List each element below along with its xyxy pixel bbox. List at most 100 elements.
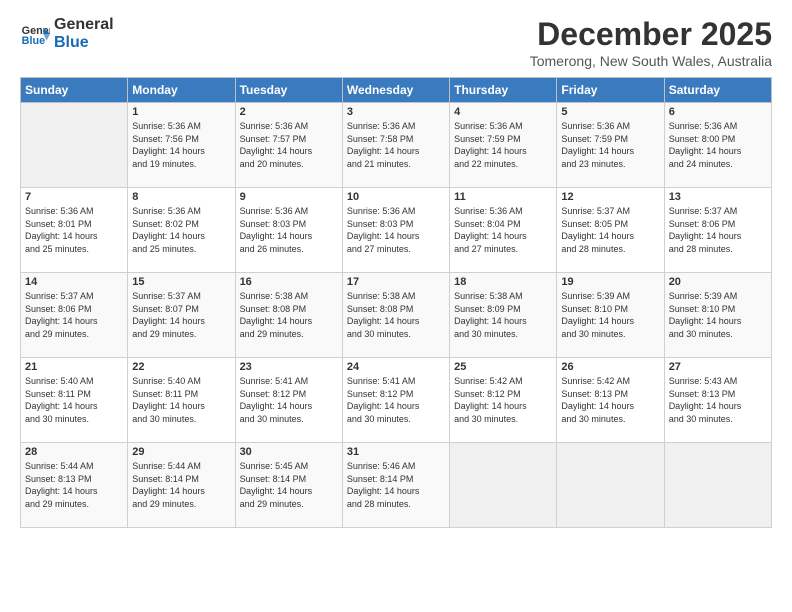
- day-detail: Sunrise: 5:41 AMSunset: 8:12 PMDaylight:…: [240, 375, 338, 425]
- title-block: December 2025 Tomerong, New South Wales,…: [530, 16, 772, 69]
- day-number: 27: [669, 361, 767, 373]
- header-monday: Monday: [128, 78, 235, 103]
- day-detail: Sunrise: 5:38 AMSunset: 8:09 PMDaylight:…: [454, 290, 552, 340]
- day-number: 29: [132, 446, 230, 458]
- logo-blue: Blue: [54, 34, 114, 52]
- day-cell: 8 Sunrise: 5:36 AMSunset: 8:02 PMDaylight…: [128, 188, 235, 273]
- logo-icon: General Blue: [20, 19, 50, 49]
- logo-general: General: [54, 16, 114, 34]
- day-number: 15: [132, 276, 230, 288]
- day-number: 8: [132, 191, 230, 203]
- day-number: 26: [561, 361, 659, 373]
- day-cell: 31 Sunrise: 5:46 AMSunset: 8:14 PMDayligh…: [342, 443, 449, 528]
- day-detail: Sunrise: 5:36 AMSunset: 8:01 PMDaylight:…: [25, 205, 123, 255]
- day-detail: Sunrise: 5:39 AMSunset: 8:10 PMDaylight:…: [669, 290, 767, 340]
- header-thursday: Thursday: [450, 78, 557, 103]
- day-detail: Sunrise: 5:36 AMSunset: 7:56 PMDaylight:…: [132, 120, 230, 170]
- day-number: 22: [132, 361, 230, 373]
- day-detail: Sunrise: 5:36 AMSunset: 8:00 PMDaylight:…: [669, 120, 767, 170]
- day-cell: 24 Sunrise: 5:41 AMSunset: 8:12 PMDayligh…: [342, 358, 449, 443]
- day-number: 17: [347, 276, 445, 288]
- day-detail: Sunrise: 5:40 AMSunset: 8:11 PMDaylight:…: [132, 375, 230, 425]
- day-cell: 2Sunrise: 5:36 AMSunset: 7:57 PMDaylight…: [235, 103, 342, 188]
- day-number: 7: [25, 191, 123, 203]
- header-sunday: Sunday: [21, 78, 128, 103]
- day-cell: [450, 443, 557, 528]
- day-detail: Sunrise: 5:38 AMSunset: 8:08 PMDaylight:…: [347, 290, 445, 340]
- day-detail: Sunrise: 5:44 AMSunset: 8:14 PMDaylight:…: [132, 460, 230, 510]
- day-number: 19: [561, 276, 659, 288]
- header-saturday: Saturday: [664, 78, 771, 103]
- day-detail: Sunrise: 5:44 AMSunset: 8:13 PMDaylight:…: [25, 460, 123, 510]
- day-cell: 10 Sunrise: 5:36 AMSunset: 8:03 PMDayligh…: [342, 188, 449, 273]
- day-number: 1: [132, 106, 230, 118]
- day-cell: 30 Sunrise: 5:45 AMSunset: 8:14 PMDayligh…: [235, 443, 342, 528]
- day-number: 3: [347, 106, 445, 118]
- header-wednesday: Wednesday: [342, 78, 449, 103]
- day-number: 12: [561, 191, 659, 203]
- day-number: 31: [347, 446, 445, 458]
- day-detail: Sunrise: 5:45 AMSunset: 8:14 PMDaylight:…: [240, 460, 338, 510]
- day-detail: Sunrise: 5:37 AMSunset: 8:07 PMDaylight:…: [132, 290, 230, 340]
- day-detail: Sunrise: 5:36 AMSunset: 8:02 PMDaylight:…: [132, 205, 230, 255]
- day-number: 16: [240, 276, 338, 288]
- day-number: 30: [240, 446, 338, 458]
- day-cell: 27 Sunrise: 5:43 AMSunset: 8:13 PMDayligh…: [664, 358, 771, 443]
- day-cell: 20 Sunrise: 5:39 AMSunset: 8:10 PMDayligh…: [664, 273, 771, 358]
- day-detail: Sunrise: 5:43 AMSunset: 8:13 PMDaylight:…: [669, 375, 767, 425]
- day-number: 14: [25, 276, 123, 288]
- day-cell: 11Sunrise: 5:36 AMSunset: 8:04 PMDayligh…: [450, 188, 557, 273]
- header-row: SundayMondayTuesdayWednesdayThursdayFrid…: [21, 78, 772, 103]
- day-number: 4: [454, 106, 552, 118]
- day-cell: 23 Sunrise: 5:41 AMSunset: 8:12 PMDayligh…: [235, 358, 342, 443]
- day-cell: 16Sunrise: 5:38 AMSunset: 8:08 PMDayligh…: [235, 273, 342, 358]
- day-detail: Sunrise: 5:40 AMSunset: 8:11 PMDaylight:…: [25, 375, 123, 425]
- header-tuesday: Tuesday: [235, 78, 342, 103]
- day-detail: Sunrise: 5:36 AMSunset: 7:58 PMDaylight:…: [347, 120, 445, 170]
- day-cell: [557, 443, 664, 528]
- month-title: December 2025: [530, 16, 772, 53]
- day-cell: 21 Sunrise: 5:40 AMSunset: 8:11 PMDayligh…: [21, 358, 128, 443]
- day-number: 24: [347, 361, 445, 373]
- day-cell: [21, 103, 128, 188]
- calendar-table: SundayMondayTuesdayWednesdayThursdayFrid…: [20, 77, 772, 528]
- day-detail: Sunrise: 5:39 AMSunset: 8:10 PMDaylight:…: [561, 290, 659, 340]
- week-row-2: 7 Sunrise: 5:36 AMSunset: 8:01 PMDaylight…: [21, 188, 772, 273]
- day-cell: 7 Sunrise: 5:36 AMSunset: 8:01 PMDaylight…: [21, 188, 128, 273]
- day-detail: Sunrise: 5:36 AMSunset: 8:03 PMDaylight:…: [240, 205, 338, 255]
- day-detail: Sunrise: 5:42 AMSunset: 8:12 PMDaylight:…: [454, 375, 552, 425]
- day-detail: Sunrise: 5:41 AMSunset: 8:12 PMDaylight:…: [347, 375, 445, 425]
- logo: General Blue General Blue: [20, 16, 114, 51]
- day-cell: 13Sunrise: 5:37 AMSunset: 8:06 PMDayligh…: [664, 188, 771, 273]
- week-row-1: 1 Sunrise: 5:36 AMSunset: 7:56 PMDaylight…: [21, 103, 772, 188]
- day-number: 11: [454, 191, 552, 203]
- day-number: 10: [347, 191, 445, 203]
- day-detail: Sunrise: 5:42 AMSunset: 8:13 PMDaylight:…: [561, 375, 659, 425]
- day-cell: [664, 443, 771, 528]
- day-cell: 15 Sunrise: 5:37 AMSunset: 8:07 PMDayligh…: [128, 273, 235, 358]
- day-detail: Sunrise: 5:46 AMSunset: 8:14 PMDaylight:…: [347, 460, 445, 510]
- day-number: 9: [240, 191, 338, 203]
- day-detail: Sunrise: 5:36 AMSunset: 7:59 PMDaylight:…: [561, 120, 659, 170]
- day-number: 23: [240, 361, 338, 373]
- day-number: 25: [454, 361, 552, 373]
- day-number: 28: [25, 446, 123, 458]
- week-row-5: 28 Sunrise: 5:44 AMSunset: 8:13 PMDayligh…: [21, 443, 772, 528]
- header-friday: Friday: [557, 78, 664, 103]
- day-number: 21: [25, 361, 123, 373]
- day-cell: 17 Sunrise: 5:38 AMSunset: 8:08 PMDayligh…: [342, 273, 449, 358]
- week-row-3: 14 Sunrise: 5:37 AMSunset: 8:06 PMDayligh…: [21, 273, 772, 358]
- day-detail: Sunrise: 5:36 AMSunset: 8:03 PMDaylight:…: [347, 205, 445, 255]
- main-container: General Blue General Blue December 2025 …: [0, 0, 792, 538]
- day-number: 20: [669, 276, 767, 288]
- day-cell: 22 Sunrise: 5:40 AMSunset: 8:11 PMDayligh…: [128, 358, 235, 443]
- day-cell: 1 Sunrise: 5:36 AMSunset: 7:56 PMDaylight…: [128, 103, 235, 188]
- day-cell: 14 Sunrise: 5:37 AMSunset: 8:06 PMDayligh…: [21, 273, 128, 358]
- day-detail: Sunrise: 5:37 AMSunset: 8:05 PMDaylight:…: [561, 205, 659, 255]
- location-title: Tomerong, New South Wales, Australia: [530, 53, 772, 69]
- day-number: 6: [669, 106, 767, 118]
- day-cell: 3 Sunrise: 5:36 AMSunset: 7:58 PMDaylight…: [342, 103, 449, 188]
- day-detail: Sunrise: 5:37 AMSunset: 8:06 PMDaylight:…: [25, 290, 123, 340]
- day-cell: 4Sunrise: 5:36 AMSunset: 7:59 PMDaylight…: [450, 103, 557, 188]
- day-cell: 29 Sunrise: 5:44 AMSunset: 8:14 PMDayligh…: [128, 443, 235, 528]
